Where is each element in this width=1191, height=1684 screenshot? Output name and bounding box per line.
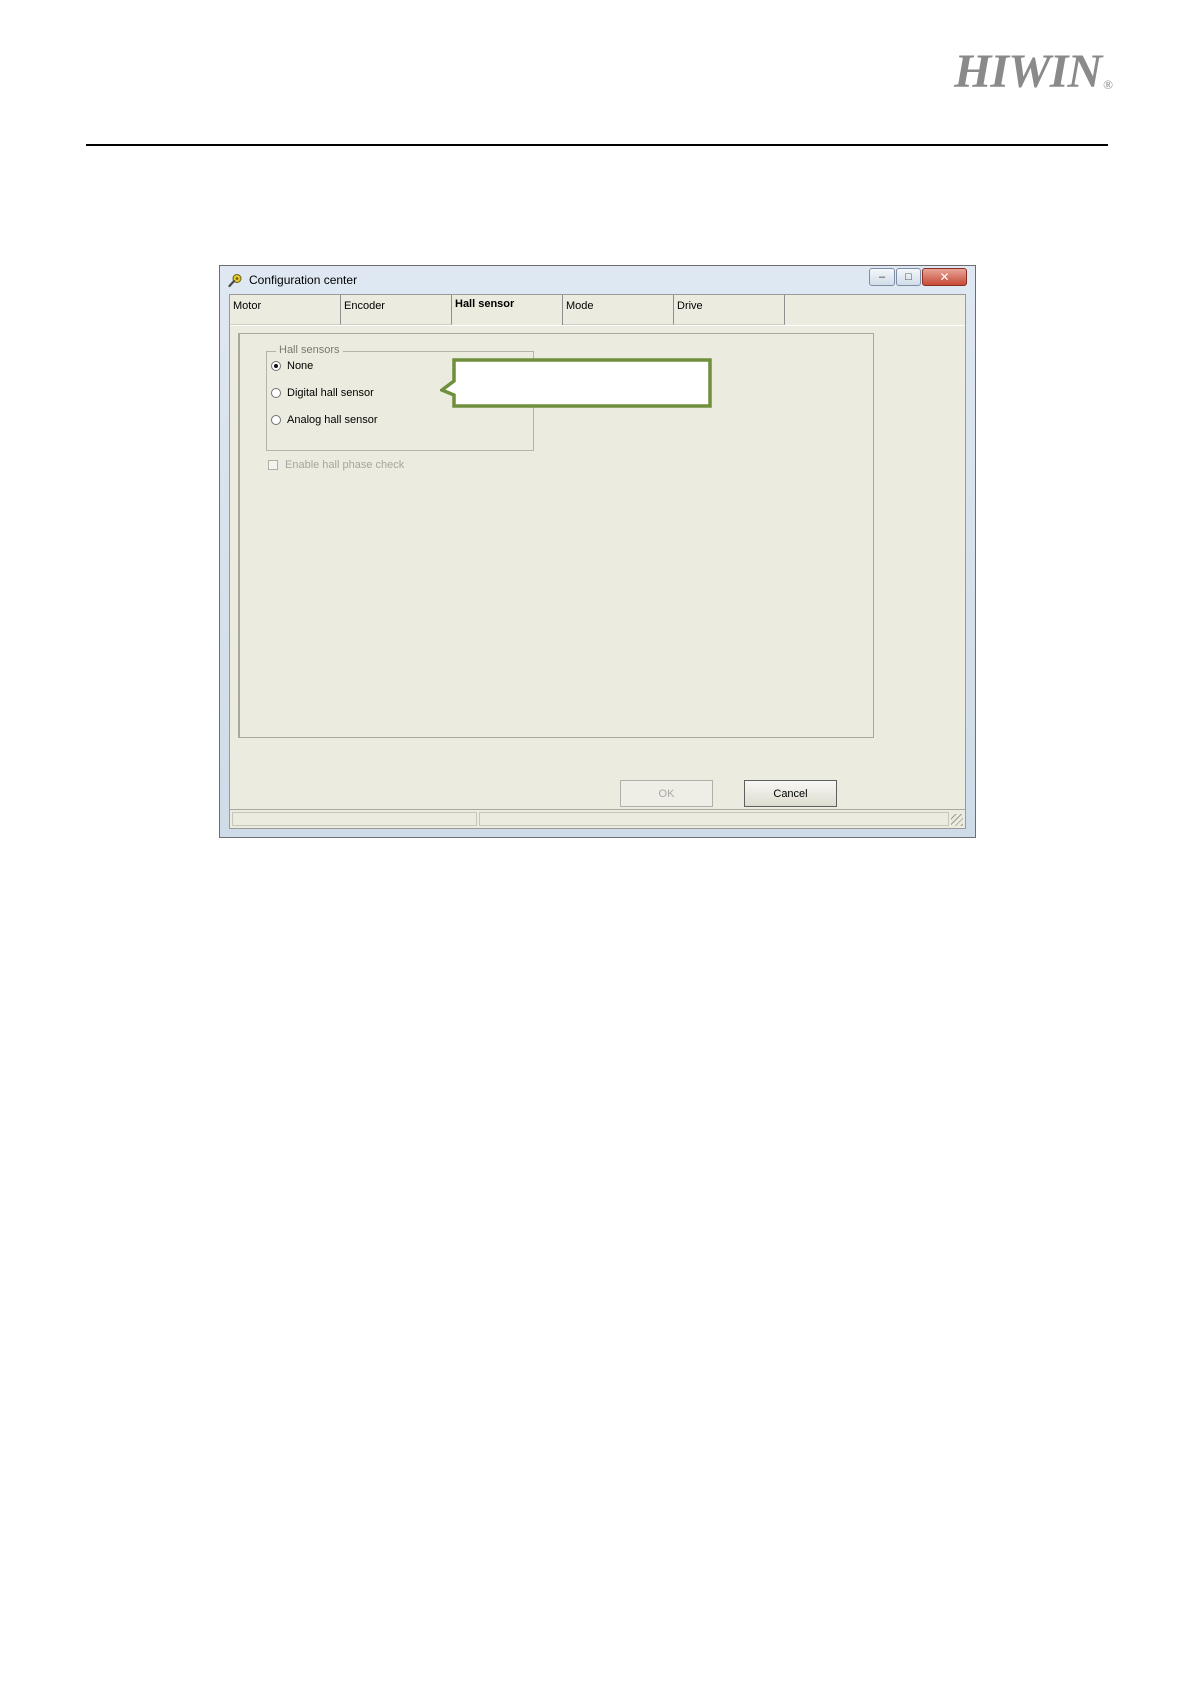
ok-button[interactable]: OK [620, 780, 713, 807]
header-rule [86, 144, 1108, 146]
tab-strip: Motor Encoder Hall sensor Mode Drive [230, 295, 965, 326]
radio-unchecked-icon [271, 388, 281, 398]
radio-analog-label: Analog hall sensor [287, 414, 378, 426]
enable-hall-phase-check-checkbox[interactable]: Enable hall phase check [268, 459, 404, 471]
configuration-icon [228, 274, 242, 288]
logo: HIWIN ® [954, 45, 1113, 98]
caption-buttons: – □ ✕ [868, 268, 967, 288]
tab-motor[interactable]: Motor [230, 295, 341, 325]
checkbox-icon [268, 460, 278, 470]
status-pane-left [232, 812, 477, 826]
radio-digital-label: Digital hall sensor [287, 387, 374, 399]
registered-mark: ® [1103, 77, 1113, 92]
tab-hall-sensor[interactable]: Hall sensor [452, 295, 563, 325]
tab-encoder[interactable]: Encoder [341, 295, 452, 325]
radio-none[interactable]: None [271, 358, 313, 374]
group-title: Hall sensors [276, 344, 343, 356]
radio-checked-icon [271, 361, 281, 371]
radio-digital-hall-sensor[interactable]: Digital hall sensor [271, 385, 374, 401]
title-bar[interactable]: Configuration center – □ ✕ [220, 266, 975, 294]
logo-text: HIWIN [954, 45, 1102, 98]
cancel-button[interactable]: Cancel [744, 780, 837, 807]
tab-mode[interactable]: Mode [563, 295, 674, 325]
status-pane-right [479, 812, 949, 826]
configuration-window: Configuration center – □ ✕ Motor Encoder… [219, 265, 976, 838]
status-bar [230, 809, 965, 828]
tab-strip-divider [230, 325, 965, 326]
window-title: Configuration center [249, 273, 358, 287]
radio-unchecked-icon [271, 415, 281, 425]
callout-box [440, 358, 712, 408]
radio-analog-hall-sensor[interactable]: Analog hall sensor [271, 412, 378, 428]
minimize-button[interactable]: – [869, 268, 895, 286]
close-button[interactable]: ✕ [922, 268, 967, 286]
resize-grip-icon[interactable] [951, 814, 963, 826]
phase-check-label: Enable hall phase check [285, 459, 405, 471]
maximize-button[interactable]: □ [896, 268, 921, 286]
tab-drive[interactable]: Drive [674, 295, 785, 325]
radio-none-label: None [287, 360, 314, 372]
